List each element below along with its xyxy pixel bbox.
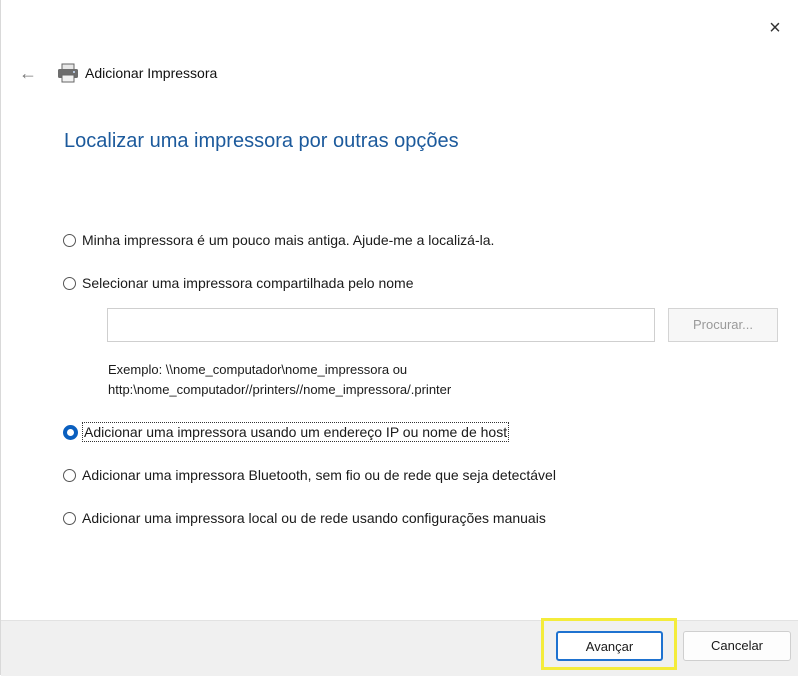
radio-button-selected[interactable] bbox=[63, 424, 78, 440]
cancel-button[interactable]: Cancelar bbox=[683, 631, 791, 661]
add-printer-dialog: × ← Adicionar Impressora Localizar uma i… bbox=[0, 0, 798, 676]
printer-icon bbox=[57, 63, 79, 83]
example-text: Exemplo: \\nome_computador\nome_impresso… bbox=[108, 360, 451, 400]
next-button[interactable]: Avançar bbox=[556, 631, 663, 661]
back-arrow-icon[interactable]: ← bbox=[19, 63, 43, 84]
browse-button[interactable]: Procurar... bbox=[668, 308, 778, 342]
option-shared-by-name[interactable]: Selecionar uma impressora compartilhada … bbox=[63, 275, 414, 291]
example-line-1: Exemplo: \\nome_computador\nome_impresso… bbox=[108, 362, 408, 377]
option-label: Minha impressora é um pouco mais antiga.… bbox=[82, 232, 495, 248]
option-local-manual[interactable]: Adicionar uma impressora local ou de red… bbox=[63, 510, 546, 526]
radio-button[interactable] bbox=[63, 233, 76, 247]
dialog-footer bbox=[1, 620, 798, 676]
radio-button[interactable] bbox=[63, 511, 76, 525]
option-label: Adicionar uma impressora local ou de red… bbox=[82, 510, 546, 526]
dialog-header: ← Adicionar Impressora bbox=[19, 58, 217, 88]
close-icon[interactable]: × bbox=[761, 14, 789, 42]
example-line-2: http:\nome_computador//printers//nome_im… bbox=[108, 382, 452, 397]
window-title: Adicionar Impressora bbox=[85, 65, 218, 81]
page-title: Localizar uma impressora por outras opçõ… bbox=[64, 130, 459, 152]
radio-button[interactable] bbox=[63, 276, 76, 290]
option-ip-or-hostname[interactable]: Adicionar uma impressora usando um ender… bbox=[63, 422, 510, 442]
shared-printer-name-input[interactable] bbox=[107, 308, 655, 342]
option-label: Selecionar uma impressora compartilhada … bbox=[82, 275, 414, 291]
option-label: Adicionar uma impressora Bluetooth, sem … bbox=[82, 467, 556, 483]
option-older-printer[interactable]: Minha impressora é um pouco mais antiga.… bbox=[63, 232, 494, 248]
option-label: Adicionar uma impressora usando um ender… bbox=[81, 422, 510, 442]
radio-button[interactable] bbox=[63, 468, 76, 482]
option-bluetooth-wireless[interactable]: Adicionar uma impressora Bluetooth, sem … bbox=[63, 467, 556, 483]
